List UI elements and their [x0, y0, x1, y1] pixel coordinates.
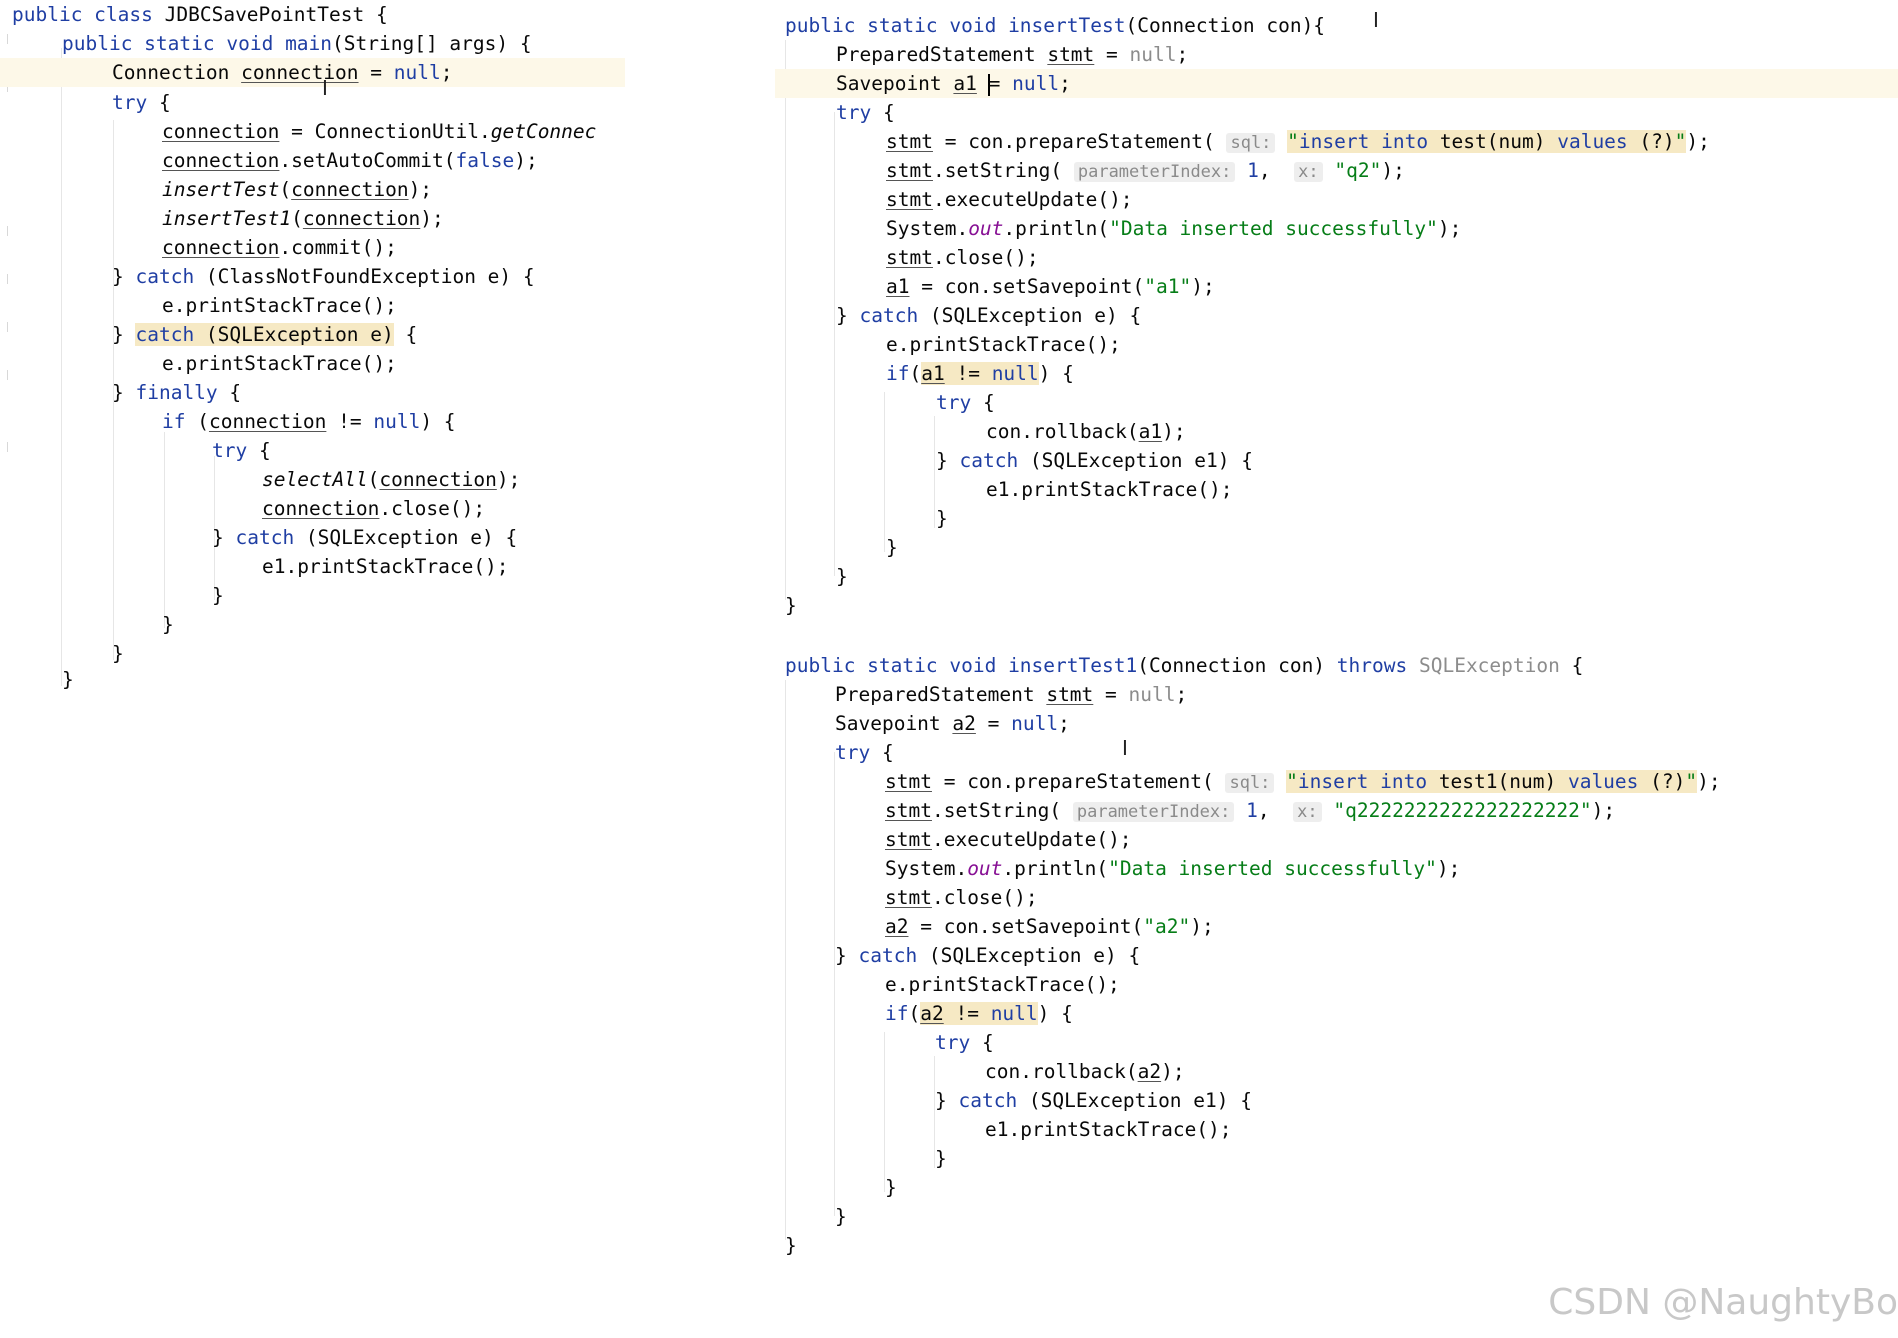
code-line: public static void insertTest(Connection…	[785, 14, 1326, 37]
code-line: stmt.close();	[885, 886, 1038, 909]
code-line: stmt.executeUpdate();	[886, 188, 1133, 211]
code-line: }	[212, 584, 224, 607]
code-line: }	[936, 507, 948, 530]
code-line: } catch (SQLException e) {	[212, 526, 518, 549]
code-line: }	[112, 642, 124, 665]
code-line: }	[62, 668, 74, 691]
code-line: e1.printStackTrace();	[985, 1118, 1232, 1141]
code-line: con.rollback(a2);	[985, 1060, 1185, 1083]
editor-pane-left[interactable]: public class JDBCSavePointTest { public …	[0, 0, 770, 720]
code-line: } catch (SQLException e) {	[112, 323, 418, 346]
code-line: try {	[836, 101, 895, 124]
code-line: stmt = con.prepareStatement( sql: "inser…	[885, 770, 1721, 793]
code-line-current: Savepoint a1 = null;	[775, 69, 1898, 98]
code-line: }	[162, 613, 174, 636]
code-line: try {	[835, 741, 894, 764]
text-cursor-icon: I	[1122, 736, 1128, 760]
code-line: con.rollback(a1);	[986, 420, 1186, 443]
code-line: System.out.println("Data inserted succes…	[885, 857, 1461, 880]
text-cursor-icon: I	[1373, 8, 1379, 32]
code-line: }	[785, 594, 797, 617]
code-line: try {	[936, 391, 995, 414]
code-line: } catch (SQLException e1) {	[936, 449, 1253, 472]
code-line: public class JDBCSavePointTest {	[12, 3, 388, 26]
code-line: PreparedStatement stmt = null;	[835, 683, 1188, 706]
code-line: stmt = con.prepareStatement( sql: "inser…	[886, 130, 1710, 153]
code-line: selectAll(connection);	[262, 468, 521, 491]
watermark: CSDN @NaughtyBo	[1548, 1282, 1898, 1323]
code-line: insertTest(connection);	[162, 178, 433, 201]
code-line: e.printStackTrace();	[162, 294, 397, 317]
caret	[987, 73, 990, 96]
code-line: connection.close();	[262, 497, 486, 520]
code-line: if (connection != null) {	[162, 410, 456, 433]
code-line: try {	[935, 1031, 994, 1054]
code-line: connection.setAutoCommit(false);	[162, 149, 538, 172]
code-line: } catch (SQLException e) {	[835, 944, 1141, 967]
code-line: stmt.close();	[886, 246, 1039, 269]
code-line: }	[885, 1176, 897, 1199]
code-line: }	[836, 565, 848, 588]
code-line: insertTest1(connection);	[162, 207, 444, 230]
code-line-current: Connection connection = null;	[0, 58, 625, 87]
code-line: e1.printStackTrace();	[262, 555, 509, 578]
code-line: a2 = con.setSavepoint("a2");	[885, 915, 1214, 938]
code-line: PreparedStatement stmt = null;	[836, 43, 1189, 66]
code-line: stmt.setString( parameterIndex: 1, x: "q…	[885, 799, 1616, 822]
code-line: }	[886, 536, 898, 559]
code-line: System.out.println("Data inserted succes…	[886, 217, 1462, 240]
code-line: if(a2 != null) {	[885, 1002, 1073, 1025]
code-line: e.printStackTrace();	[885, 973, 1120, 996]
code-line: e.printStackTrace();	[886, 333, 1121, 356]
code-line: e1.printStackTrace();	[986, 478, 1233, 501]
code-line: Savepoint a2 = null;	[835, 712, 1070, 735]
code-line: }	[785, 1234, 797, 1257]
code-line: } finally {	[112, 381, 242, 404]
text-cursor-icon: I	[322, 76, 328, 100]
code-line: public static void main(String[] args) {	[62, 32, 532, 55]
code-line: connection.commit();	[162, 236, 397, 259]
code-line: public static void insertTest1(Connectio…	[785, 654, 1584, 677]
code-line: }	[935, 1147, 947, 1170]
editor-pane-right[interactable]: public static void insertTest(Connection…	[775, 0, 1898, 1280]
code-line: } catch (ClassNotFoundException e) {	[112, 265, 535, 288]
code-line: }	[835, 1205, 847, 1228]
code-line: } catch (SQLException e1) {	[935, 1089, 1252, 1112]
code-line: a1 = con.setSavepoint("a1");	[886, 275, 1215, 298]
code-line: try {	[212, 439, 271, 462]
code-line: e.printStackTrace();	[162, 352, 397, 375]
code-line: } catch (SQLException e) {	[836, 304, 1142, 327]
code-line: connection = ConnectionUtil.getConnec	[162, 120, 597, 143]
code-line: stmt.executeUpdate();	[885, 828, 1132, 851]
code-line: stmt.setString( parameterIndex: 1, x: "q…	[886, 159, 1405, 182]
code-line: try {	[112, 91, 171, 114]
code-line: if(a1 != null) {	[886, 362, 1074, 385]
